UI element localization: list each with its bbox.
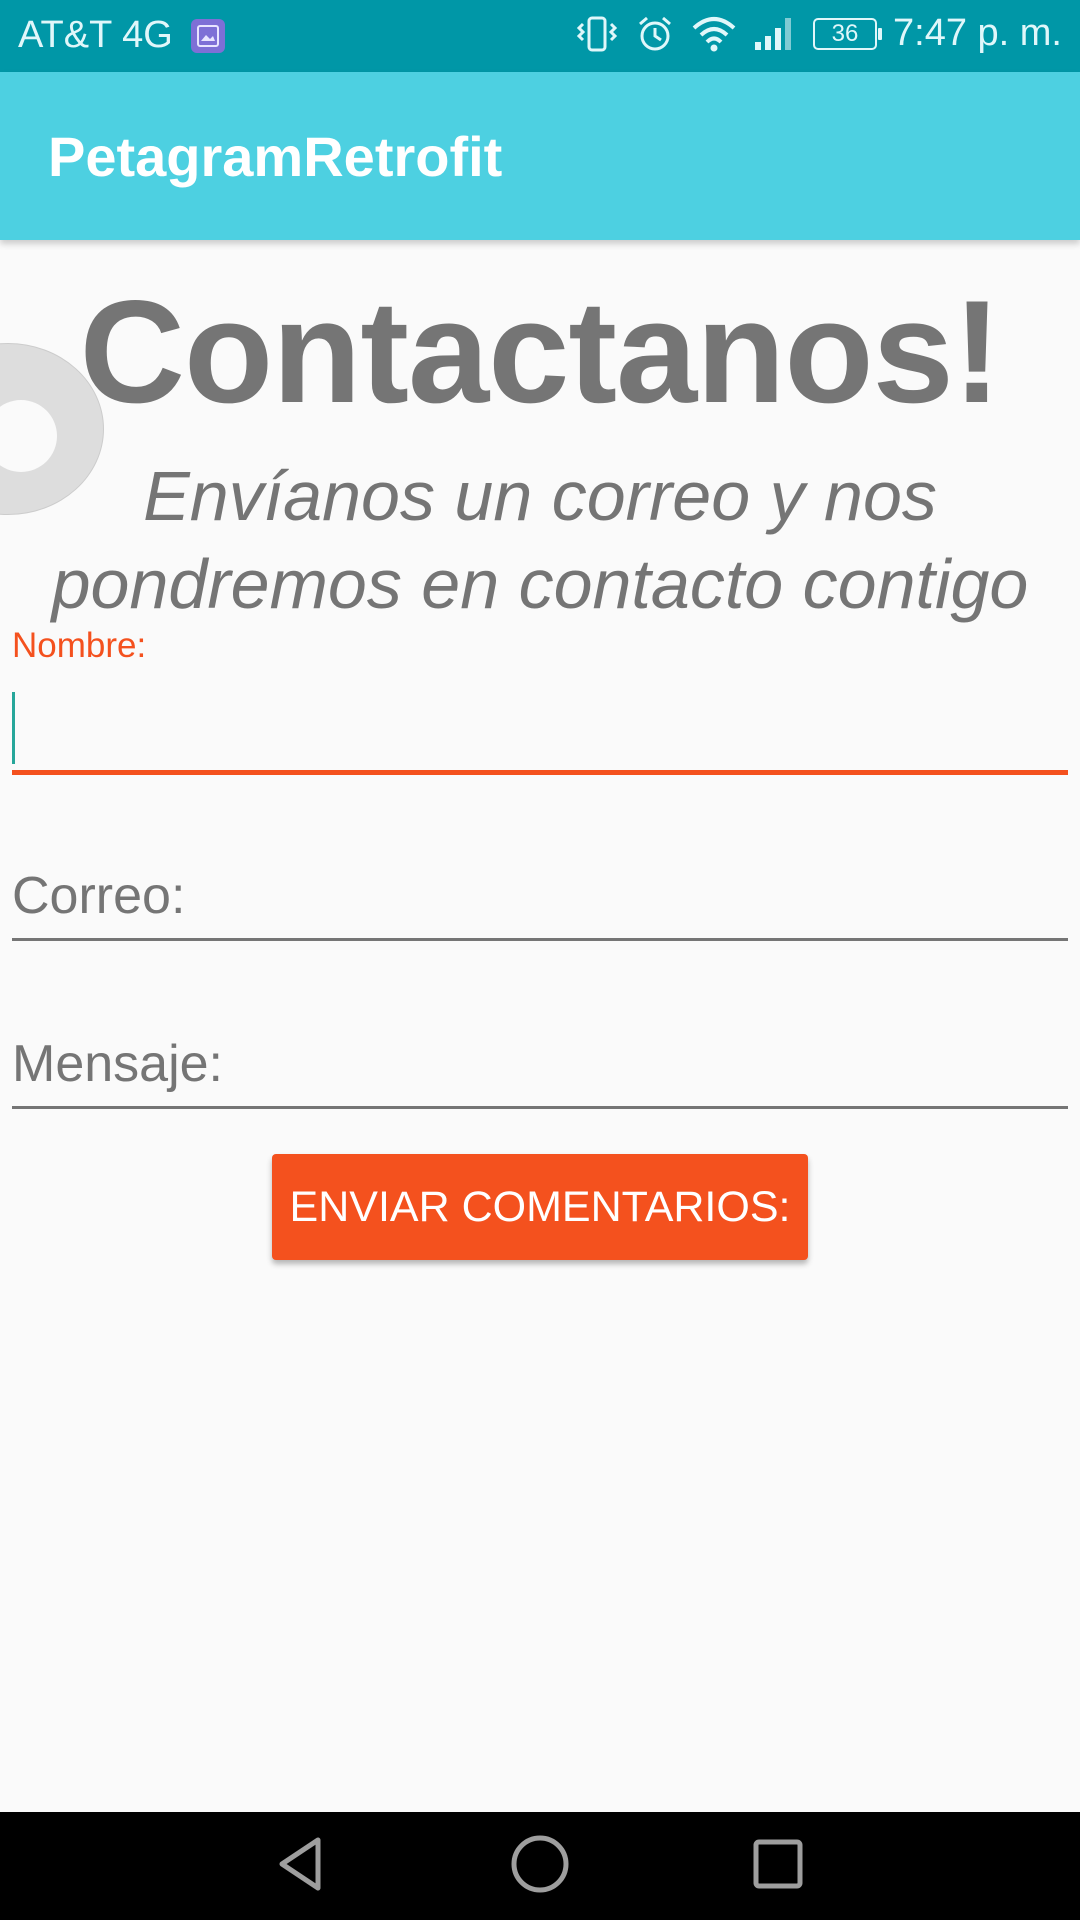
submit-button[interactable]: ENVIAR COMENTARIOS:: [272, 1154, 808, 1260]
status-bar: AT&T 4G 36 7:47 p. m.: [0, 0, 1080, 72]
home-icon[interactable]: [508, 1832, 572, 1901]
clock: 7:47 p. m.: [893, 12, 1062, 54]
email-field[interactable]: Correo:: [12, 860, 1068, 944]
name-field[interactable]: Nombre:: [12, 626, 1068, 778]
carrier-label: AT&T 4G: [18, 14, 173, 56]
page-title: Contactanos!: [79, 270, 1002, 433]
gallery-notification-icon: [190, 18, 225, 53]
page-subtitle: Envíanos un correo y nos pondremos en co…: [51, 457, 1029, 623]
status-right: 36 7:47 p. m.: [575, 12, 1062, 55]
signal-icon: [753, 14, 797, 54]
nav-bar: [0, 1812, 1080, 1920]
battery-level: 36: [831, 19, 859, 47]
message-field[interactable]: Mensaje:: [12, 1028, 1068, 1112]
message-field-underline: [12, 1106, 1068, 1109]
wifi-icon: [691, 14, 737, 54]
message-field-label: Mensaje:: [12, 1035, 223, 1093]
name-field-label: Nombre:: [12, 626, 147, 665]
status-left: AT&T 4G: [18, 14, 225, 57]
recents-icon[interactable]: [746, 1832, 810, 1901]
alarm-icon: [635, 14, 675, 54]
name-input[interactable]: [12, 682, 1068, 772]
back-icon[interactable]: [270, 1832, 334, 1901]
app-title: PetagramRetrofit: [48, 125, 503, 188]
name-field-underline: [12, 770, 1068, 775]
battery-icon: 36: [813, 17, 883, 50]
email-field-underline: [12, 938, 1068, 941]
vibrate-icon: [575, 14, 619, 54]
screen: AT&T 4G 36 7:47 p. m. PetagramRetrofit C…: [0, 0, 1080, 1920]
app-bar: PetagramRetrofit: [0, 72, 1080, 240]
email-field-label: Correo:: [12, 867, 186, 925]
